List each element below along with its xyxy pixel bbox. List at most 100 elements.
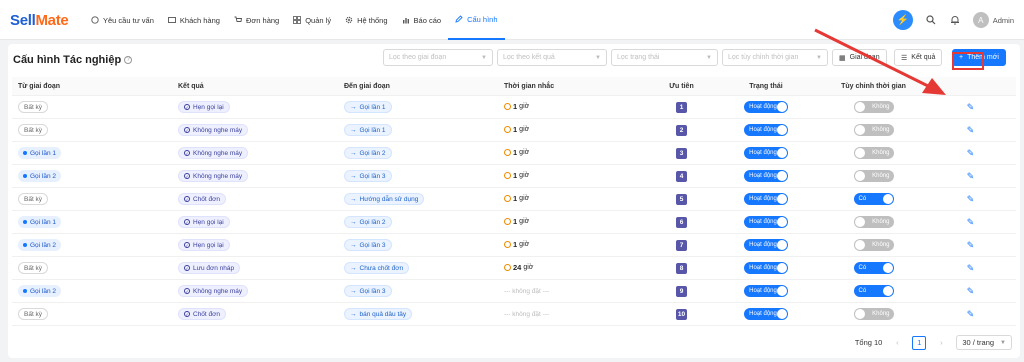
search-icon[interactable] (925, 14, 937, 26)
status-filter-placeholder: Lọc trạng thái (617, 54, 660, 61)
table-row: Bất kỳ ✓ Chốt đơn → bán quả dâu tây --- không… (12, 303, 1016, 326)
status-toggle[interactable]: Hoạt động (744, 262, 788, 274)
edit-icon[interactable]: ✎ (967, 171, 975, 181)
reminder-time: 1 giờ (504, 125, 529, 134)
page-size-select[interactable]: 30 / trang ▼ (956, 335, 1012, 350)
toggle-knob (854, 124, 865, 135)
status-toggle[interactable]: Hoạt động (744, 193, 788, 205)
check-circle-icon: ✓ (184, 219, 190, 225)
edit-icon[interactable]: ✎ (967, 125, 975, 135)
from-stage-cell: Gọi lần 2 (12, 239, 172, 251)
from-stage-cell: Gọi lần 2 (12, 170, 172, 182)
custom-time-label: Có (858, 288, 867, 294)
edit-icon[interactable]: ✎ (967, 309, 975, 319)
stage-button[interactable]: ▦ Giai đoạn (832, 49, 887, 66)
page-number[interactable]: 1 (912, 335, 927, 350)
status-toggle[interactable]: Hoạt động (744, 216, 788, 228)
edit-icon[interactable]: ✎ (967, 194, 975, 204)
nav-item-6[interactable]: Cấu hình (448, 0, 505, 40)
custom-time-toggle[interactable]: Có (853, 262, 894, 274)
status-cell: Hoạt động (710, 101, 822, 113)
edit-icon[interactable]: ✎ (967, 148, 975, 158)
status-filter[interactable]: Lọc trạng thái ▼ (611, 49, 718, 66)
edit-icon[interactable]: ✎ (967, 217, 975, 227)
edit-icon[interactable]: ✎ (967, 286, 975, 296)
from-stage-cell: Bất kỳ (12, 262, 172, 274)
action-cell: ✎ (925, 286, 1016, 297)
status-toggle[interactable]: Hoạt động (744, 124, 788, 136)
result-text: Chốt đơn (193, 310, 221, 318)
prev-page-icon[interactable]: ‹ (890, 336, 904, 350)
nav-item-0[interactable]: Yêu cầu tư vấn (84, 0, 161, 40)
custom-time-toggle[interactable]: Có (853, 193, 894, 205)
priority-badge: 1 (676, 101, 687, 113)
user-name[interactable]: Admin (993, 16, 1014, 25)
edit-icon[interactable]: ✎ (967, 263, 975, 273)
next-page-icon[interactable]: › (934, 336, 948, 350)
app-logo[interactable]: SellMate (10, 12, 69, 29)
edit-icon[interactable]: ✎ (967, 102, 975, 112)
action-cell: ✎ (925, 194, 1016, 205)
result-text: Không nghe máy (193, 287, 243, 295)
time-filter[interactable]: Lọc tùy chỉnh thời gian ▼ (722, 49, 828, 66)
status-toggle[interactable]: Hoạt động (744, 147, 788, 159)
nav-item-5[interactable]: Báo cáo (395, 0, 449, 40)
custom-time-cell: Không (822, 238, 925, 252)
nav-item-4[interactable]: Hệ thống (338, 0, 394, 40)
table-header: Từ giai đoạn Kết quả Đến giai đoạn Thời gia… (12, 77, 1016, 96)
custom-time-cell: Không (822, 146, 925, 160)
result-tag: ✓ Chốt đơn (178, 308, 227, 320)
custom-time-toggle[interactable]: Không (853, 238, 894, 251)
arrow-right-icon: → (350, 103, 357, 111)
check-circle-icon: ✓ (184, 242, 190, 248)
pencil-icon (455, 15, 463, 23)
list-icon: ☰ (901, 54, 908, 62)
custom-time-toggle[interactable]: Không (853, 123, 894, 136)
nav-item-1[interactable]: Khách hàng (161, 0, 227, 40)
reminder-time-value: 1 (513, 171, 518, 180)
custom-time-toggle[interactable]: Không (853, 307, 894, 320)
status-cell: Hoạt động (710, 216, 822, 228)
status-toggle[interactable]: Hoạt động (744, 285, 788, 297)
result-text: Hẹn gọi lại (193, 241, 224, 249)
custom-time-toggle[interactable]: Có (853, 285, 894, 297)
reminder-time-value: 1 (513, 102, 518, 111)
to-stage-tag: → Hướng dẫn sử dụng (344, 193, 425, 205)
status-toggle[interactable]: Hoạt động (744, 308, 788, 320)
priority-badge: 5 (676, 193, 687, 205)
to-stage-cell: → Gọi lần 3 (338, 285, 498, 297)
grid-icon (293, 16, 302, 24)
from-stage-cell: Bất kỳ (12, 124, 172, 136)
status-cell: Hoạt động (710, 170, 822, 182)
arrow-right-icon: → (350, 287, 357, 295)
bolt-icon[interactable]: ⚡ (892, 10, 913, 30)
custom-time-toggle[interactable]: Không (853, 146, 894, 159)
status-toggle[interactable]: Hoạt động (744, 170, 788, 182)
action-cell: ✎ (925, 102, 1016, 113)
result-cell: ✓ Hẹn gọi lại (172, 216, 338, 228)
result-text: Không nghe máy (193, 172, 243, 180)
stage-filter[interactable]: Lọc theo giai đoạn ▼ (383, 49, 493, 66)
custom-time-toggle[interactable]: Không (853, 215, 894, 228)
result-filter[interactable]: Lọc theo kết quả ▼ (497, 49, 607, 66)
reminder-time-value: 1 (513, 217, 518, 226)
result-tag: ✓ Hẹn gọi lại (178, 239, 230, 251)
to-stage-cell: → Gọi lần 3 (338, 239, 498, 251)
nav-item-2[interactable]: Đơn hàng (227, 0, 286, 40)
nav-item-label: Hệ thống (357, 15, 388, 25)
status-toggle[interactable]: Hoạt động (744, 239, 788, 251)
nav-item-label: Yêu cầu tư vấn (103, 15, 154, 25)
help-icon[interactable]: ? (124, 56, 133, 65)
result-button[interactable]: ☰ Kết quả (894, 49, 943, 66)
bell-icon[interactable] (949, 14, 961, 26)
column-header: Kết quả (178, 82, 204, 90)
custom-time-toggle[interactable]: Không (853, 100, 894, 113)
nav-item-3[interactable]: Quản lý (286, 0, 338, 40)
result-tag: ✓ Hẹn gọi lại (178, 216, 230, 228)
edit-icon[interactable]: ✎ (967, 240, 975, 250)
reminder-time-unit: giờ (519, 172, 530, 179)
avatar[interactable]: A (972, 12, 989, 28)
from-stage-text: Gọi lần 2 (30, 287, 57, 295)
status-toggle[interactable]: Hoạt động (744, 101, 788, 113)
custom-time-toggle[interactable]: Không (853, 169, 894, 182)
